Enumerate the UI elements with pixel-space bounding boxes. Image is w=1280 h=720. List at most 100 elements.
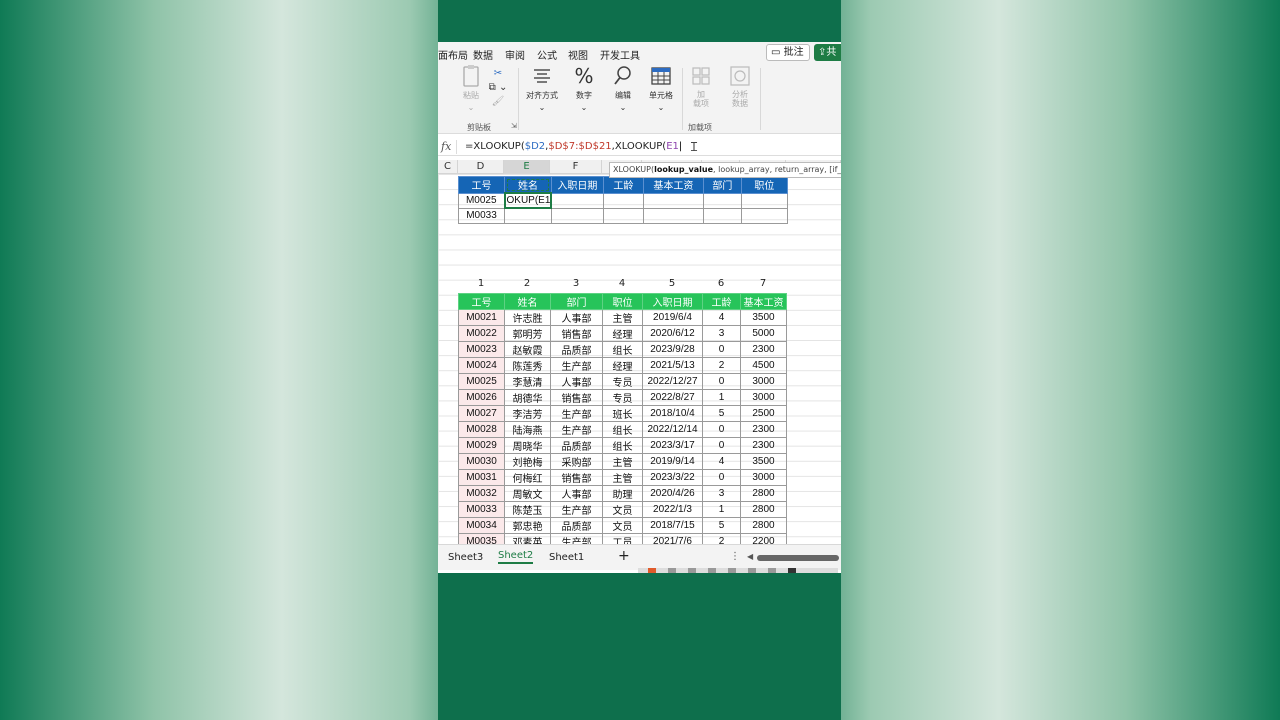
table-cell[interactable]: 2300 xyxy=(740,341,787,358)
table-cell[interactable]: 经理 xyxy=(602,357,643,374)
tab-page-layout[interactable]: 面布局 xyxy=(438,47,468,62)
table-cell[interactable] xyxy=(550,207,604,224)
table-cell[interactable]: 人事部 xyxy=(550,485,603,502)
more-options-icon[interactable]: ⋮ xyxy=(730,551,740,562)
share-button[interactable]: ⇪共 xyxy=(814,44,841,61)
table-cell[interactable]: 2018/7/15 xyxy=(642,517,703,534)
table-cell[interactable]: M0034 xyxy=(458,517,505,534)
sheet-tab-sheet1[interactable]: Sheet1 xyxy=(549,552,584,563)
table-cell[interactable]: 2022/12/27 xyxy=(642,373,703,390)
header-cell[interactable]: 部门 xyxy=(702,176,742,194)
column-header-e[interactable]: E xyxy=(504,160,550,174)
table-cell[interactable]: 2500 xyxy=(740,405,787,422)
table-cell[interactable]: 2800 xyxy=(740,501,787,518)
header-cell[interactable]: 基本工资 xyxy=(642,176,704,194)
column-header-f[interactable]: F xyxy=(550,160,602,174)
column-number[interactable]: 3 xyxy=(550,278,602,289)
table-cell[interactable]: 5000 xyxy=(740,325,787,342)
cut-icon[interactable]: ✂ xyxy=(488,68,508,79)
table-cell[interactable]: 3000 xyxy=(740,373,787,390)
column-number[interactable]: 5 xyxy=(642,278,702,289)
table-cell[interactable]: 2 xyxy=(702,357,741,374)
table-cell[interactable]: 3500 xyxy=(740,453,787,470)
table-cell[interactable]: 销售部 xyxy=(550,325,603,342)
table-cell[interactable]: 3 xyxy=(702,325,741,342)
align-button[interactable]: 对齐方式 ⌄ xyxy=(522,64,562,112)
table-cell[interactable]: 赵敏霞 xyxy=(504,341,551,358)
table-cell[interactable] xyxy=(702,207,742,224)
table-cell[interactable]: 2022/1/3 xyxy=(642,501,703,518)
table-cell[interactable]: 人事部 xyxy=(550,309,603,326)
table-cell[interactable]: M0025 xyxy=(458,192,505,209)
function-icon[interactable]: fx xyxy=(441,140,451,153)
table-cell[interactable]: 生产部 xyxy=(550,357,603,374)
table-cell[interactable] xyxy=(740,207,788,224)
tab-formulas[interactable]: 公式 xyxy=(537,47,557,62)
table-cell[interactable]: 李洁芳 xyxy=(504,405,551,422)
header-cell[interactable]: 工号 xyxy=(458,176,505,194)
table-cell[interactable]: 2300 xyxy=(740,421,787,438)
column-header-c[interactable]: C xyxy=(438,160,458,174)
table-cell[interactable]: 3500 xyxy=(740,309,787,326)
table-cell[interactable]: 组长 xyxy=(602,437,643,454)
sheet-tab-sheet3[interactable]: Sheet3 xyxy=(448,552,483,563)
table-cell[interactable]: 郭忠艳 xyxy=(504,517,551,534)
function-tooltip[interactable]: XLOOKUP(lookup_value, lookup_array, retu… xyxy=(609,162,841,178)
table-cell[interactable]: 2019/9/14 xyxy=(642,453,703,470)
scroll-left-icon[interactable]: ◀ xyxy=(747,552,753,561)
table-cell[interactable]: 助理 xyxy=(602,485,643,502)
table-cell[interactable]: 生产部 xyxy=(550,405,603,422)
paste-button[interactable]: 粘贴 ⌄ xyxy=(458,64,484,112)
table-cell[interactable]: 陈楚玉 xyxy=(504,501,551,518)
table-cell[interactable]: 2020/4/26 xyxy=(642,485,703,502)
table-cell[interactable]: 2800 xyxy=(740,485,787,502)
table-cell[interactable]: 组长 xyxy=(602,341,643,358)
table-cell[interactable]: 生产部 xyxy=(550,421,603,438)
edit-button[interactable]: 编辑 ⌄ xyxy=(608,64,638,112)
table-cell[interactable]: 2019/6/4 xyxy=(642,309,703,326)
table-cell[interactable]: 专员 xyxy=(602,389,643,406)
table-cell[interactable]: 主管 xyxy=(602,453,643,470)
header-cell[interactable]: 基本工资 xyxy=(740,293,787,310)
table-cell[interactable]: 0 xyxy=(702,341,741,358)
header-cell[interactable]: 工龄 xyxy=(602,176,644,194)
table-cell[interactable]: 0 xyxy=(702,469,741,486)
table-cell[interactable]: 2020/6/12 xyxy=(642,325,703,342)
table-cell[interactable]: 5 xyxy=(702,517,741,534)
column-number[interactable]: 1 xyxy=(458,278,504,289)
table-cell[interactable]: M0033 xyxy=(458,501,505,518)
table-cell[interactable]: 生产部 xyxy=(550,501,603,518)
table-cell[interactable]: 陆海燕 xyxy=(504,421,551,438)
table-cell[interactable]: 4 xyxy=(702,309,741,326)
header-cell[interactable]: 姓名 xyxy=(504,176,552,194)
copy-icon[interactable]: ⧉ ⌄ xyxy=(488,82,508,93)
cells-button[interactable]: 单元格 ⌄ xyxy=(645,64,677,112)
table-cell[interactable]: 专员 xyxy=(602,373,643,390)
table-cell[interactable]: 文员 xyxy=(602,517,643,534)
table-cell[interactable]: M0033 xyxy=(458,207,505,224)
table-cell[interactable]: 3000 xyxy=(740,469,787,486)
table-cell[interactable]: M0031 xyxy=(458,469,505,486)
column-number[interactable]: 4 xyxy=(602,278,642,289)
table-cell[interactable]: M0024 xyxy=(458,357,505,374)
table-cell[interactable]: 组长 xyxy=(602,421,643,438)
table-cell[interactable]: 0 xyxy=(702,373,741,390)
table-cell[interactable] xyxy=(504,207,552,224)
table-cell[interactable]: M0030 xyxy=(458,453,505,470)
table-cell[interactable]: M0032 xyxy=(458,485,505,502)
table-cell[interactable] xyxy=(602,207,644,224)
table-cell[interactable]: M0028 xyxy=(458,421,505,438)
header-cell[interactable]: 姓名 xyxy=(504,293,551,310)
table-cell[interactable]: 2800 xyxy=(740,517,787,534)
formula-input[interactable]: =XLOOKUP($D2,$D$7:$D$21,XLOOKUP(E1| xyxy=(465,141,682,152)
add-sheet-button[interactable]: + xyxy=(618,548,630,564)
table-cell[interactable]: 周敏文 xyxy=(504,485,551,502)
formula-bar[interactable]: fx =XLOOKUP($D2,$D$7:$D$21,XLOOKUP(E1| Ｉ xyxy=(438,138,841,156)
header-cell[interactable]: 职位 xyxy=(740,176,788,194)
column-header-d[interactable]: D xyxy=(458,160,504,174)
table-cell[interactable]: 人事部 xyxy=(550,373,603,390)
column-number[interactable]: 6 xyxy=(702,278,740,289)
table-cell[interactable]: M0022 xyxy=(458,325,505,342)
column-number[interactable]: 7 xyxy=(740,278,786,289)
table-cell[interactable]: 班长 xyxy=(602,405,643,422)
